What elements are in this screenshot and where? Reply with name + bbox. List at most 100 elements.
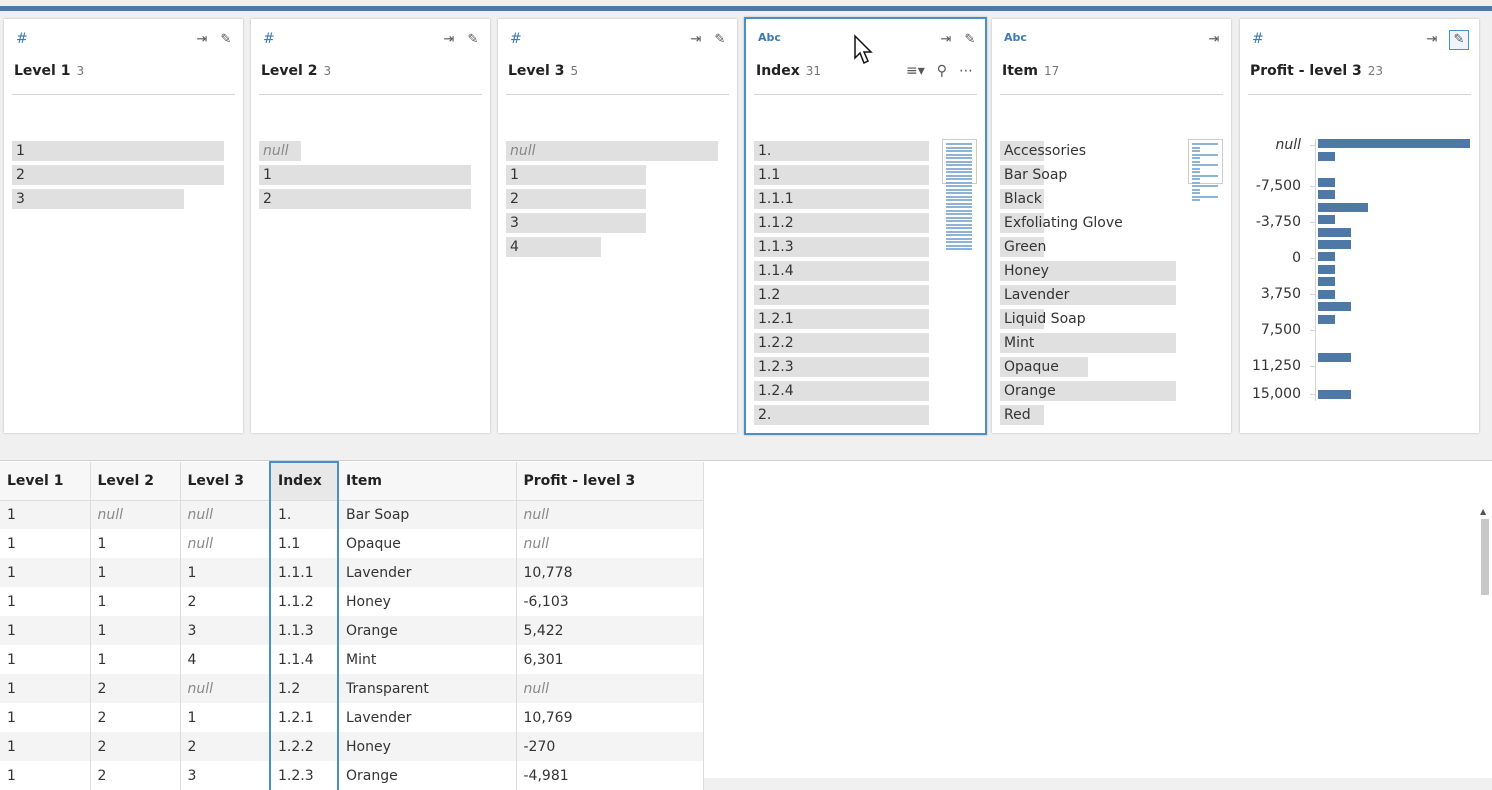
- table-cell[interactable]: 1: [0, 645, 91, 674]
- value-bar[interactable]: [506, 237, 601, 257]
- value-bar[interactable]: [754, 141, 929, 161]
- sort-icon[interactable]: ≡▾: [906, 63, 925, 79]
- column-header-index[interactable]: Index: [269, 461, 339, 501]
- table-row[interactable]: 1 1 2 1.1.2 Honey -6,103: [0, 587, 704, 616]
- table-cell[interactable]: 2: [180, 732, 271, 761]
- value-bar[interactable]: [12, 189, 184, 209]
- histogram-bar[interactable]: [1318, 252, 1335, 261]
- table-cell[interactable]: Honey: [338, 732, 517, 761]
- histogram-bar[interactable]: [1318, 139, 1470, 148]
- table-cell[interactable]: null: [180, 674, 271, 703]
- table-cell[interactable]: 3: [180, 616, 271, 645]
- profile-card-item[interactable]: Abc ⇥ Item 17 Accessories Bar Soap Black Exfoli…: [992, 19, 1231, 433]
- table-row[interactable]: 1 2 null 1.2 Transparent null: [0, 674, 704, 703]
- table-cell[interactable]: 1.1.3: [269, 616, 339, 645]
- table-cell[interactable]: 1.2: [269, 674, 339, 703]
- scroll-up-arrow-icon[interactable]: ▲: [1480, 507, 1486, 516]
- table-row[interactable]: 1 null null 1. Bar Soap null: [0, 500, 704, 529]
- table-cell[interactable]: Lavender: [338, 558, 517, 587]
- edit-icon[interactable]: ✎: [466, 33, 480, 47]
- table-cell[interactable]: 1.1.4: [269, 645, 339, 674]
- value-bar[interactable]: [259, 165, 471, 185]
- remove-field-icon[interactable]: ⇥: [195, 33, 209, 47]
- column-header-item[interactable]: Item: [338, 462, 517, 501]
- table-cell[interactable]: 1: [0, 761, 91, 790]
- table-cell[interactable]: Opaque: [338, 529, 517, 558]
- table-cell[interactable]: 1: [180, 703, 271, 732]
- value-bar[interactable]: [506, 189, 646, 209]
- table-cell[interactable]: Honey: [338, 587, 517, 616]
- table-cell[interactable]: -6,103: [516, 587, 704, 616]
- table-cell[interactable]: 1.1.1: [269, 558, 339, 587]
- card-title[interactable]: Level 1 3: [14, 63, 84, 79]
- edit-icon[interactable]: ✎: [713, 33, 727, 47]
- table-cell[interactable]: 2: [90, 732, 181, 761]
- column-header-profit-level-3[interactable]: Profit - level 3: [516, 462, 704, 501]
- card-title[interactable]: Profit - level 3 23: [1250, 63, 1383, 79]
- table-cell[interactable]: 1: [90, 529, 181, 558]
- histogram-bar[interactable]: [1318, 302, 1351, 311]
- table-cell[interactable]: 1: [180, 558, 271, 587]
- table-cell[interactable]: 1: [0, 703, 91, 732]
- histogram-bar[interactable]: [1318, 152, 1335, 161]
- value-bar[interactable]: [259, 189, 471, 209]
- profile-card-index[interactable]: Abc ⇥ ✎ Index 31 ≡▾ ⚲ ⋯ 1. 1.1 1.1.1 1.1.2 1.1.3 1.1.…: [744, 17, 987, 435]
- search-icon[interactable]: ⚲: [937, 63, 947, 79]
- table-cell[interactable]: null: [516, 500, 704, 529]
- histogram-bar[interactable]: [1318, 240, 1351, 249]
- profile-card-level-3[interactable]: # ⇥ ✎ Level 3 5 null 1 2 3 4: [498, 19, 737, 433]
- table-cell[interactable]: Orange: [338, 616, 517, 645]
- table-cell[interactable]: -270: [516, 732, 704, 761]
- table-cell[interactable]: Bar Soap: [338, 500, 517, 529]
- table-cell[interactable]: null: [516, 674, 704, 703]
- table-cell[interactable]: 4: [180, 645, 271, 674]
- table-cell[interactable]: Mint: [338, 645, 517, 674]
- histogram-bar[interactable]: [1318, 178, 1335, 187]
- table-row[interactable]: 1 1 null 1.1 Opaque null: [0, 529, 704, 558]
- table-cell[interactable]: null: [90, 500, 181, 529]
- column-header-level-3[interactable]: Level 3: [180, 462, 271, 501]
- card-title[interactable]: Level 3 5: [508, 63, 578, 79]
- table-cell[interactable]: 2: [90, 761, 181, 790]
- table-row[interactable]: 1 1 4 1.1.4 Mint 6,301: [0, 645, 704, 674]
- edit-icon[interactable]: ✎: [963, 33, 977, 47]
- table-cell[interactable]: 1: [90, 587, 181, 616]
- scrollbar-thumb[interactable]: [1481, 519, 1489, 595]
- table-cell[interactable]: 1: [0, 558, 91, 587]
- table-row[interactable]: 1 2 1 1.2.1 Lavender 10,769: [0, 703, 704, 732]
- table-cell[interactable]: 1: [0, 674, 91, 703]
- histogram-bar[interactable]: [1318, 290, 1335, 299]
- table-cell[interactable]: 1.: [269, 500, 339, 529]
- table-cell[interactable]: 1: [90, 558, 181, 587]
- table-cell[interactable]: Orange: [338, 761, 517, 790]
- column-header-level-2[interactable]: Level 2: [90, 462, 181, 501]
- table-row[interactable]: 1 2 2 1.2.2 Honey -270: [0, 732, 704, 761]
- remove-field-icon[interactable]: ⇥: [442, 33, 456, 47]
- table-cell[interactable]: -4,981: [516, 761, 704, 790]
- table-cell[interactable]: 1.2.2: [269, 732, 339, 761]
- table-cell[interactable]: 1: [90, 645, 181, 674]
- histogram-bar[interactable]: [1318, 203, 1368, 212]
- table-cell[interactable]: 2: [180, 587, 271, 616]
- edit-icon[interactable]: ✎: [219, 33, 233, 47]
- value-bar[interactable]: [12, 165, 224, 185]
- histogram-bar[interactable]: [1318, 228, 1351, 237]
- table-cell[interactable]: null: [180, 529, 271, 558]
- table-cell[interactable]: 1: [0, 587, 91, 616]
- table-cell[interactable]: 1.1.2: [269, 587, 339, 616]
- table-cell[interactable]: 3: [180, 761, 271, 790]
- grid-vertical-scrollbar[interactable]: ▲: [1479, 507, 1491, 778]
- table-cell[interactable]: 1.2.3: [269, 761, 339, 790]
- table-cell[interactable]: 10,778: [516, 558, 704, 587]
- table-cell[interactable]: 5,422: [516, 616, 704, 645]
- card-title[interactable]: Item 17: [1002, 63, 1059, 79]
- remove-field-icon[interactable]: ⇥: [689, 33, 703, 47]
- profile-card-level-2[interactable]: # ⇥ ✎ Level 2 3 null 1 2: [251, 19, 490, 433]
- table-row[interactable]: 1 1 3 1.1.3 Orange 5,422: [0, 616, 704, 645]
- table-cell[interactable]: 1.2.1: [269, 703, 339, 732]
- table-cell[interactable]: null: [516, 529, 704, 558]
- card-title[interactable]: Level 2 3: [261, 63, 331, 79]
- table-cell[interactable]: 1: [0, 616, 91, 645]
- table-cell[interactable]: 10,769: [516, 703, 704, 732]
- more-options-icon[interactable]: ⋯: [959, 63, 973, 79]
